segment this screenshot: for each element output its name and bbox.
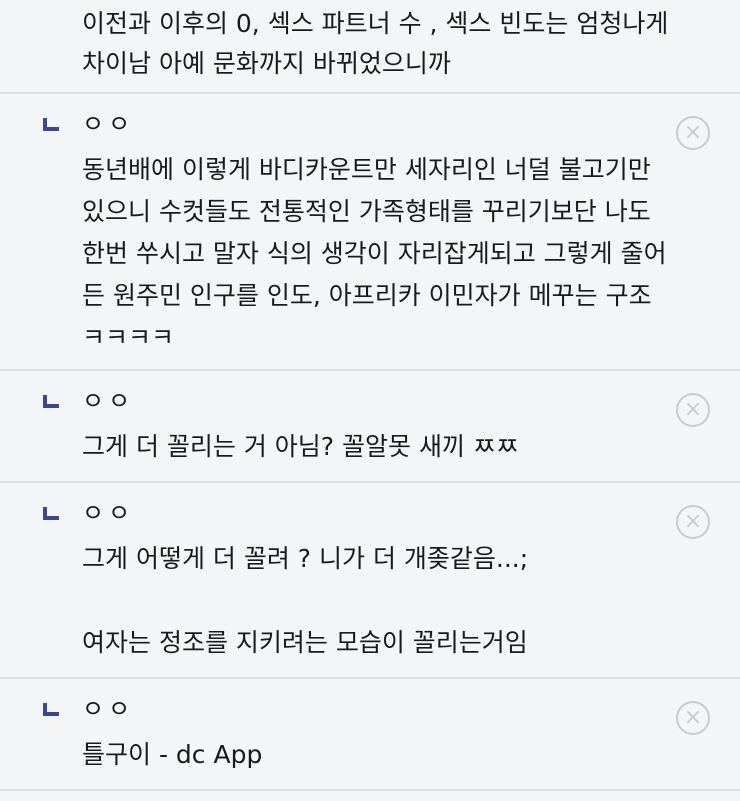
comment-body: 그게 어떻게 더 꼴려 ? 니가 더 개좆같음...; 여자는 정조를 지키려는…: [82, 538, 710, 664]
comment-text-line: 이전과 이후의 0, 섹스 파트너 수 , 섹스 빈도는 엄청나게: [82, 9, 669, 38]
delete-comment-button[interactable]: ×: [676, 701, 710, 735]
delete-comment-button[interactable]: ×: [676, 116, 710, 150]
comment-body: 동년배에 이렇게 바디카운트만 세자리인 너덜 불고기만 있으니 수컷들도 전통…: [82, 149, 710, 359]
reply-arrow-icon: [43, 507, 59, 520]
reply-arrow-icon: [43, 395, 59, 408]
comment-body: 틀구이 - dc App: [82, 734, 710, 776]
comment-text-line: ㅋㅋㅋㅋ: [82, 323, 175, 352]
reply-comment: ㅇㅇ × 그게 더 꼴리는 거 아님? 꼴알못 새끼 ㅉㅉ: [0, 369, 740, 481]
comment-text-line: 든 원주민 인구를 인도, 아프리카 이민자가 메꾸는 구조: [82, 281, 652, 310]
divider: [0, 789, 740, 791]
parent-comment: 이전과 이후의 0, 섹스 파트너 수 , 섹스 빈도는 엄청나게 차이남 아예…: [0, 0, 740, 92]
comment-body: 그게 더 꼴리는 거 아님? 꼴알못 새끼 ㅉㅉ: [82, 426, 710, 468]
comment-text-line: 여자는 정조를 지키려는 모습이 꼴리는거임: [82, 628, 528, 657]
comment-author[interactable]: ㅇㅇ: [82, 689, 134, 729]
reply-comment: ㅇㅇ × 그게 어떻게 더 꼴려 ? 니가 더 개좆같음...; 여자는 정조를…: [0, 481, 740, 677]
delete-comment-button[interactable]: ×: [676, 505, 710, 539]
reply-comment: ㅇㅇ × 틀구이 - dc App: [0, 677, 740, 789]
comment-text-line: 차이남 아예 문화까지 바뀌었으니까: [82, 49, 451, 78]
comment-text-line: [82, 580, 710, 622]
comment-text-line: 있으니 수컷들도 전통적인 가족형태를 꾸리기보단 나도: [82, 197, 651, 226]
reply-comment: ㅇㅇ × 동년배에 이렇게 바디카운트만 세자리인 너덜 불고기만 있으니 수컷…: [0, 92, 740, 369]
comment-author[interactable]: ㅇㅇ: [82, 104, 134, 144]
reply-arrow-icon: [43, 703, 59, 716]
delete-comment-button[interactable]: ×: [676, 393, 710, 427]
comment-thread: 이전과 이후의 0, 섹스 파트너 수 , 섹스 빈도는 엄청나게 차이남 아예…: [0, 0, 740, 801]
comment-text-line: 그게 어떻게 더 꼴려 ? 니가 더 개좆같음...;: [82, 544, 529, 573]
comment-text-line: 그게 더 꼴리는 거 아님? 꼴알못 새끼 ㅉㅉ: [82, 432, 519, 461]
comment-text-line: 한번 쑤시고 말자 식의 생각이 자리잡게되고 그렇게 줄어: [82, 239, 667, 268]
comment-author[interactable]: ㅇㅇ: [82, 493, 134, 533]
comment-text-line: 동년배에 이렇게 바디카운트만 세자리인 너덜 불고기만: [82, 155, 651, 184]
comment-text-line: 틀구이 - dc App: [82, 740, 263, 769]
comment-author[interactable]: ㅇㅇ: [82, 381, 134, 421]
reply-arrow-icon: [43, 118, 59, 131]
